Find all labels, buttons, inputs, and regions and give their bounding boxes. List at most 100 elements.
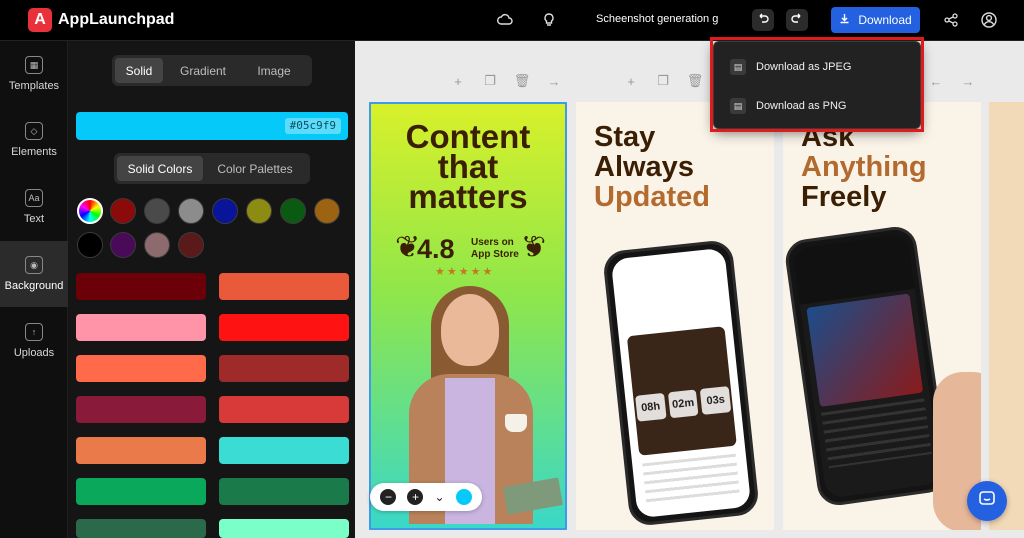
undo-button[interactable] (752, 9, 774, 31)
color-bar[interactable] (219, 437, 349, 464)
color-swatch[interactable] (314, 198, 340, 224)
image-file-icon: ▤ (730, 98, 746, 114)
color-bar[interactable] (76, 519, 206, 538)
app-logo[interactable]: A (28, 8, 52, 32)
arrow-left-icon[interactable]: ← (929, 74, 943, 89)
zoom-controls: − + ⌄ (370, 483, 482, 511)
slide-3[interactable]: Ask Anything Freely (783, 102, 981, 530)
color-bar[interactable] (219, 396, 349, 423)
current-color-bar[interactable]: #05c9f9 (76, 112, 348, 140)
menu-item-label: Download as PNG (756, 100, 847, 112)
laurel-right-icon: ❦ (521, 231, 547, 264)
color-bar[interactable] (76, 355, 206, 382)
top-bar: A AppLaunchpad Scheenshot generation gu … (0, 0, 1024, 41)
slide-4[interactable] (989, 102, 1024, 530)
color-bar[interactable] (76, 437, 206, 464)
shapes-icon: ◇ (25, 122, 43, 140)
color-dot-icon[interactable] (455, 489, 472, 505)
color-swatch[interactable] (246, 198, 272, 224)
tab-gradient[interactable]: Gradient (165, 58, 241, 83)
color-bar[interactable] (219, 519, 349, 538)
share-icon[interactable] (942, 11, 960, 29)
slide-1-headline: Content that matters (405, 118, 531, 215)
color-swatch[interactable] (144, 232, 170, 258)
color-swatch[interactable] (212, 198, 238, 224)
color-swatch[interactable] (77, 232, 103, 258)
color-bar[interactable] (76, 478, 206, 505)
nav-item-uploads[interactable]: ↑ Uploads (0, 308, 68, 374)
rating-label: Users on App Store (471, 237, 519, 260)
nav-item-label: Uploads (13, 347, 55, 359)
image-file-icon: ▤ (730, 59, 746, 75)
arrow-right-icon[interactable]: → (961, 74, 975, 89)
tab-color-palettes[interactable]: Color Palettes (205, 156, 305, 181)
phone-mockup: 08h 02m 03s (601, 238, 761, 528)
arrow-right-icon[interactable]: → (547, 74, 561, 89)
color-swatch[interactable] (178, 198, 204, 224)
nav-item-label: Background (4, 280, 64, 292)
account-icon[interactable] (980, 11, 998, 29)
duplicate-icon[interactable]: ❐ (483, 73, 497, 88)
rating-value: 4.8 (417, 234, 455, 264)
tab-image[interactable]: Image (243, 58, 305, 83)
redo-button[interactable] (786, 9, 808, 31)
lightbulb-icon[interactable] (540, 11, 558, 29)
collapse-icon[interactable]: ⌄ (434, 490, 444, 504)
nav-item-label: Templates (8, 80, 60, 92)
nav-item-background[interactable]: ◉ Background (0, 241, 68, 307)
nav-item-label: Text (23, 213, 45, 225)
color-swatch[interactable] (110, 198, 136, 224)
fill-type-tabs: Solid Gradient Image (112, 55, 312, 86)
download-label: Download (858, 13, 912, 27)
color-swatch[interactable] (144, 198, 170, 224)
tab-solid-colors[interactable]: Solid Colors (117, 156, 203, 181)
trash-icon[interactable]: 🗑︎ (514, 73, 531, 88)
slide-2-headline: Stay Always Updated (594, 121, 710, 213)
tab-solid[interactable]: Solid (115, 58, 163, 83)
chat-icon (977, 489, 997, 514)
plus-icon[interactable]: + (451, 74, 465, 89)
chat-support-button[interactable] (967, 481, 1007, 521)
trash-icon[interactable]: 🗑︎ (687, 73, 704, 88)
nav-item-elements[interactable]: ◇ Elements (0, 107, 68, 173)
grid-icon: ▦ (25, 56, 43, 74)
download-button[interactable]: Download (831, 7, 920, 33)
download-icon (839, 13, 850, 27)
custom-color-swatch[interactable] (77, 198, 103, 224)
menu-item-label: Download as JPEG (756, 61, 852, 73)
rating-badge: ❦ 4.8 Users on App Store ★★★★★ ❦ (395, 228, 547, 278)
nav-item-text[interactable]: Aa Text (0, 174, 68, 240)
slide-3-headline: Ask Anything Freely (801, 121, 927, 213)
hex-value[interactable]: #05c9f9 (284, 118, 341, 134)
plus-icon[interactable]: + (624, 74, 638, 89)
text-icon: Aa (25, 189, 43, 207)
slide-1[interactable]: Content that matters ❦ 4.8 Users on App … (369, 102, 567, 530)
phone-mockup (783, 224, 952, 508)
color-bar[interactable] (76, 273, 206, 300)
cloud-save-icon[interactable] (496, 11, 514, 29)
nav-item-templates[interactable]: ▦ Templates (0, 41, 68, 107)
zoom-in-icon[interactable]: + (407, 489, 424, 505)
redo-icon (791, 11, 803, 29)
background-panel: Solid Gradient Image #05c9f9 Solid Color… (68, 41, 355, 538)
color-swatch[interactable] (110, 232, 136, 258)
duplicate-icon[interactable]: ❐ (656, 73, 670, 88)
palette-icon: ◉ (25, 256, 43, 274)
color-bar[interactable] (219, 478, 349, 505)
undo-icon (757, 11, 769, 29)
color-swatch[interactable] (178, 232, 204, 258)
menu-item-download-png[interactable]: ▤ Download as PNG (714, 89, 920, 123)
document-title[interactable]: Scheenshot generation gu (596, 13, 718, 25)
color-bar[interactable] (219, 273, 349, 300)
menu-item-download-jpeg[interactable]: ▤ Download as JPEG (714, 50, 920, 84)
left-nav: ▦ Templates ◇ Elements Aa Text ◉ Backgro… (0, 41, 68, 538)
zoom-out-icon[interactable]: − (380, 489, 397, 505)
color-bar[interactable] (76, 314, 206, 341)
color-bar[interactable] (76, 396, 206, 423)
design-canvas: + ❐ 🗑︎ → + ❐ 🗑︎ ← → Content that matters… (355, 41, 1024, 538)
color-bar[interactable] (219, 355, 349, 382)
nav-item-label: Elements (11, 146, 57, 158)
slide-2[interactable]: Stay Always Updated 08h 02m 03s (576, 102, 774, 530)
color-swatch[interactable] (280, 198, 306, 224)
color-bar[interactable] (219, 314, 349, 341)
